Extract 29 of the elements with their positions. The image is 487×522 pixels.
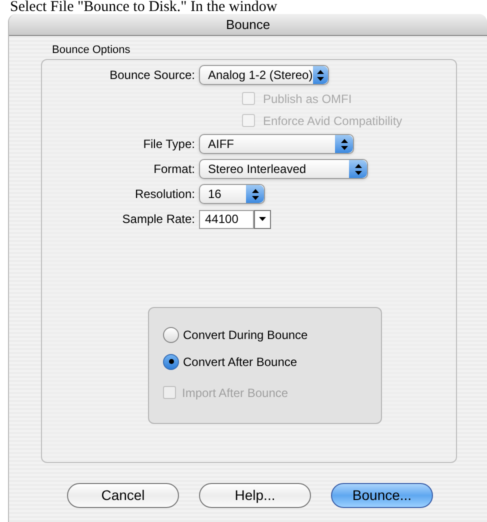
stepper-arrows-icon [312,66,328,84]
checkbox-label: Import After Bounce [182,384,288,402]
stepper-arrows-icon [246,185,264,203]
radio-button[interactable] [163,326,179,342]
window-title: Bounce [226,16,270,34]
radio-label: Convert After Bounce [183,354,298,370]
popup-menu[interactable]: AIFF [199,134,354,154]
field-label: Bounce Source: [108,67,196,84]
stepper-arrows-icon [335,135,353,153]
page-caption: Select File "Bounce to Disk." In the window [9,0,278,12]
dialog-button[interactable]: Help... [199,482,311,508]
radio-button[interactable] [163,354,179,370]
group-title: Bounce Options [52,43,132,58]
caret-icon [259,217,266,221]
sample-rate-field[interactable]: 44100 [199,210,254,228]
dialog-button[interactable]: Bounce... [331,482,433,508]
field-label: Format: [152,161,196,178]
stepper-arrows-icon [349,160,367,178]
checkbox-label: Enforce Avid Compatibility [263,112,402,130]
dropdown-button[interactable] [254,210,271,228]
popup-menu[interactable]: 16 [199,184,265,204]
checkbox-label: Publish as OMFI [263,90,352,108]
field-label: Resolution: [134,186,196,203]
popup-menu[interactable]: Stereo Interleaved [199,159,368,179]
dialog-button[interactable]: Cancel [67,482,179,508]
radio-label: Convert During Bounce [183,326,308,344]
field-label: File Type: [142,136,196,153]
field-label: Sample Rate: [121,211,196,228]
popup-menu[interactable]: Analog 1-2 (Stereo) [199,65,329,85]
